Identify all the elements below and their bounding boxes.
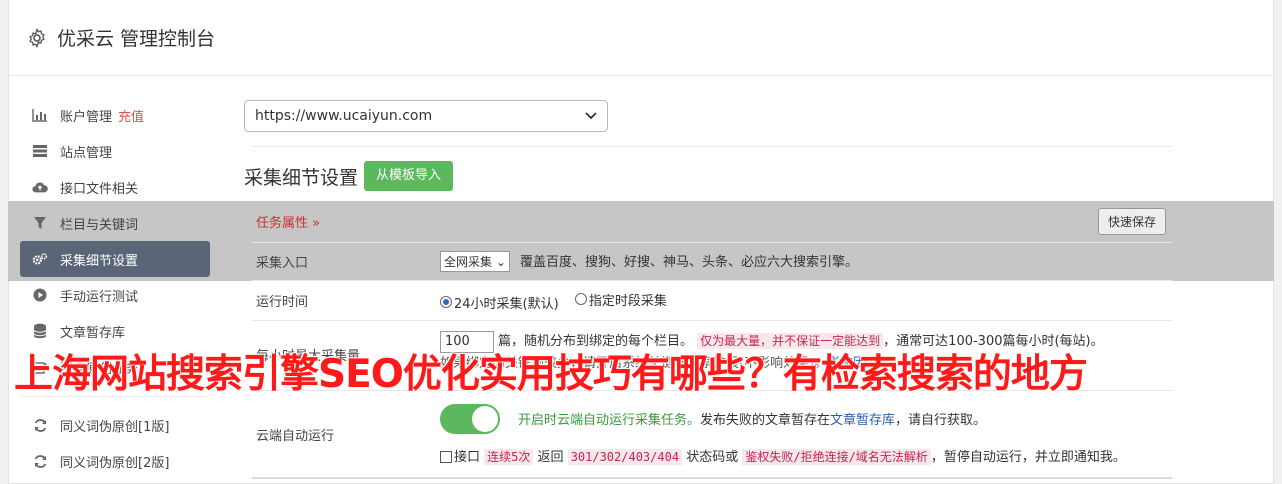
sidebar-item-label: 接口文件相关 [60,181,139,197]
card-header: 优采云 管理控制台 [9,0,1273,76]
entry-select-value: 全网采集 [444,255,493,269]
sidebar-item-interface[interactable]: 接口文件相关 [20,169,210,205]
entry-desc: 覆盖百度、搜狗、好搜、神马、头条、必应六大搜索引擎。 [520,255,859,270]
runtime-row: 运行时间 24小时采集(默认) 指定时段采集 [252,281,1172,321]
article-store-link[interactable]: 文章暂存库 [830,409,895,428]
pause-on-error-checkbox[interactable] [440,451,452,463]
pause-text: ，暂停自动运行，并立即通知我。 [930,449,1126,465]
auth-fail-tag: 鉴权失败/拒绝连接/域名无法解析 [742,448,931,465]
database-icon [32,323,48,339]
cloud-upload-icon [32,179,48,195]
cogs-icon [32,251,48,267]
sidebar-item-label: 站点管理 [60,145,113,161]
play-circle-icon [32,287,48,303]
site-select-value: https://www.ucaiyun.com [255,108,433,124]
server-icon [32,143,48,159]
runtime-label: 运行时间 [256,295,309,310]
sidebar-item-label: 账户管理 [60,109,113,125]
refresh-icon [32,417,48,433]
checkbox-label: 接口 [454,449,481,465]
return-text: 返回 [537,449,564,465]
divider [252,146,1172,147]
recharge-link[interactable]: 充值 [118,106,144,125]
cloud-text: 发布失败的文章暂存在 [700,413,831,428]
task-attr-row: 任务属性 » 快速保存 [252,201,1172,243]
gear-icon [29,27,45,48]
cloud-auto-toggle[interactable] [440,403,500,434]
cloud-status-text: 开启时云端自动运行采集任务。 [518,413,701,428]
sidebar-item-label: 采集细节设置 [60,253,139,269]
entry-value: 全网采集 ⌄ 覆盖百度、搜狗、好搜、神马、头条、必应六大搜索引擎。 [440,251,1172,272]
refresh-icon [32,453,48,469]
sidebar-item-manual-run[interactable]: 手动运行测试 [20,277,210,313]
task-attr-toggle[interactable]: 任务属性 » [252,212,320,231]
sidebar-item-columns[interactable]: 栏目与关键词 [20,205,210,241]
sidebar-item-synonym-v1[interactable]: 同义词伪原创[1版] [20,407,210,443]
radio-label: 24小时采集(默认) [454,296,559,312]
cloud-text-2: ，请自行获取。 [895,413,987,428]
sidebar-item-account[interactable]: 账户管理 充值 [20,97,210,133]
sidebar-item-label: 文章暂存库 [60,325,126,341]
sidebar-item-collect-settings[interactable]: 采集细节设置 [20,241,210,277]
status-text: 状态码或 [686,449,739,465]
entry-row: 采集入口 全网采集 ⌄ 覆盖百度、搜狗、好搜、神马、头条、必应六大搜索引擎。 [252,243,1172,281]
cloud-label: 云端自动运行 [256,428,335,444]
task-attr-label: 任务属性 [256,216,309,231]
sidebar-item-synonym-v2[interactable]: 同义词伪原创[2版] [20,443,210,479]
section-header: 采集细节设置 从模板导入 [244,160,1164,192]
site-select[interactable]: https://www.ucaiyun.com [244,100,608,132]
section-title: 采集细节设置 [244,166,359,189]
radio-label: 指定时段采集 [588,293,667,309]
import-template-button[interactable]: 从模板导入 [364,161,454,191]
settings-table: 任务属性 » 快速保存 采集入口 全网采集 ⌄ 覆盖百度、搜狗、好搜、神马、头条… [252,201,1172,479]
filter-icon [32,215,48,231]
radio-dot [574,293,587,305]
radio-dot [440,296,452,308]
entry-label: 采集入口 [256,256,309,271]
quick-save-button[interactable]: 快速保存 [1097,208,1166,235]
chevron-down-icon [585,112,597,120]
overlay-headline: 上海网站搜索引擎SEO优化实用技巧有哪些？有检索搜索的地方 [14,352,1088,397]
double-chevron-down-icon: » [312,216,321,231]
runtime-radio-24h[interactable]: 24小时采集(默认) [440,293,559,312]
sidebar-item-label: 栏目与关键词 [60,217,139,233]
toggle-knob [472,405,498,432]
main-content: https://www.ucaiyun.com 采集细节设置 从模板导入 [244,100,1172,192]
sidebar-item-label: 同义词伪原创[2版] [60,455,170,471]
sidebar-item-label: 同义词伪原创[1版] [60,419,170,435]
sidebar-item-label: 手动运行测试 [60,289,139,305]
sidebar-item-sites[interactable]: 站点管理 [20,133,210,169]
entry-select[interactable]: 全网采集 ⌄ [440,251,510,272]
consecutive-tag: 连续5次 [484,448,534,465]
runtime-value: 24小时采集(默认) 指定时段采集 [440,290,1172,312]
status-codes-tag: 301/302/403/404 [567,448,683,465]
cloud-row: 云端自动运行 开启时云端自动运行采集任务。 发布失败的文章暂存在 文章暂存库 ，请自… [252,391,1172,479]
runtime-radio-scheduled[interactable]: 指定时段采集 [574,290,667,309]
cloud-value: 开启时云端自动运行采集任务。 发布失败的文章暂存在 文章暂存库 ，请自行获取。 接口… [440,401,1172,468]
sidebar: 账户管理 充值 站点管理 接口文件相关 栏目与关键词 采集细节设置 手动运行测试… [20,97,210,479]
bar-chart-icon [32,107,48,123]
page-title: 优采云 管理控制台 [57,28,216,50]
